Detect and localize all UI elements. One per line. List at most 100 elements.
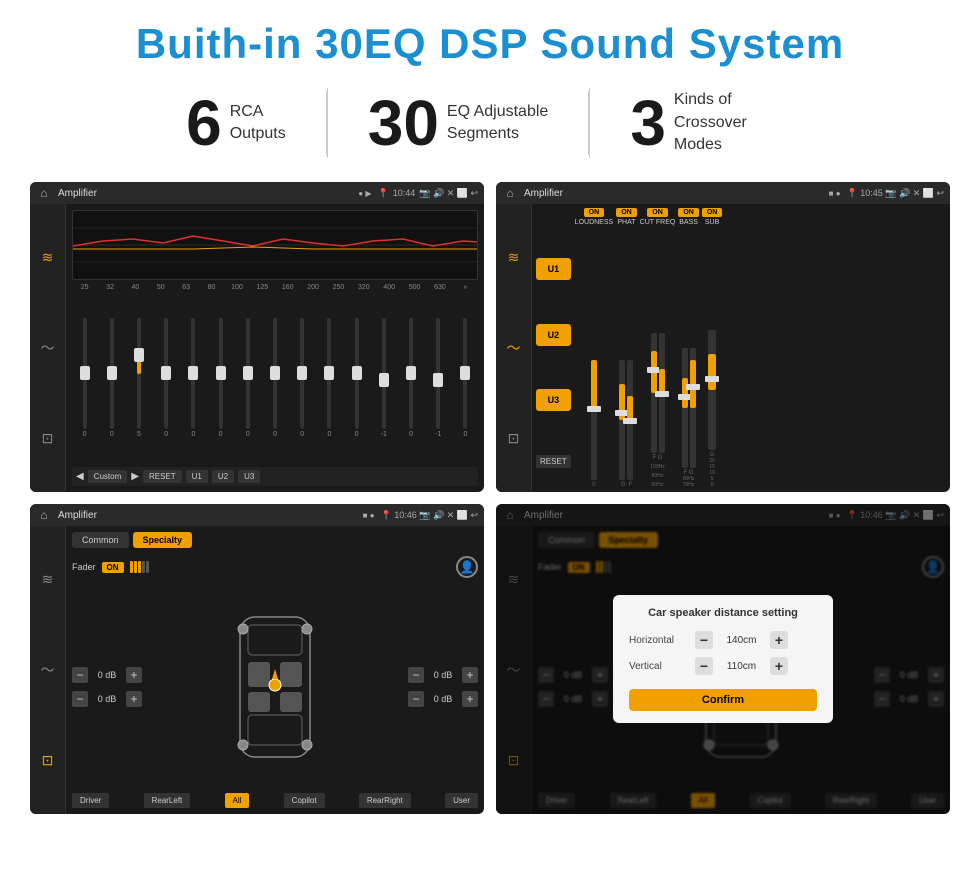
specialty-tab[interactable]: Specialty <box>133 532 193 548</box>
sub-channel: ON SUB G 20 <box>702 208 723 488</box>
rear-left-btn[interactable]: RearLeft <box>144 793 191 808</box>
u2-btn[interactable]: U2 <box>536 324 571 346</box>
fader-sidebar: ≋ 〜 ⊡ <box>30 526 66 814</box>
rca-number: 6 <box>186 91 222 155</box>
crossover-dot: ■ ● <box>829 189 841 198</box>
slider-12[interactable]: -1 <box>371 318 396 438</box>
db-minus-3[interactable]: − <box>408 667 424 683</box>
slider-14[interactable]: -1 <box>426 318 451 438</box>
sub-label: SUB <box>705 219 719 226</box>
confirm-button[interactable]: Confirm <box>629 689 817 711</box>
u1-btn[interactable]: U1 <box>536 258 571 280</box>
slider-4[interactable]: 0 <box>154 318 179 438</box>
slider-10[interactable]: 0 <box>317 318 342 438</box>
crossover-speaker-icon[interactable]: ⊡ <box>502 427 526 451</box>
db-plus-4[interactable]: + <box>462 691 478 707</box>
db-control-2: − 0 dB + <box>72 691 142 707</box>
bass-slider-1[interactable] <box>682 348 688 468</box>
slider-7[interactable]: 0 <box>235 318 260 438</box>
slider-1[interactable]: 0 <box>72 318 97 438</box>
fader-body: ≋ 〜 ⊡ Common Specialty Fader ON <box>30 526 484 814</box>
eq-play-btn[interactable]: ▶ <box>131 471 139 482</box>
phat-channel: ON PHAT <box>616 208 637 488</box>
db-plus-3[interactable]: + <box>462 667 478 683</box>
eq-prev-btn[interactable]: ◀ <box>76 471 84 482</box>
db-minus-2[interactable]: − <box>72 691 88 707</box>
slider-8[interactable]: 0 <box>262 318 287 438</box>
db-minus-1[interactable]: − <box>72 667 88 683</box>
fader-mode-tabs: Common Specialty <box>72 532 478 548</box>
phat-slider-2[interactable] <box>627 360 633 480</box>
crossover-reset-btn[interactable]: RESET <box>536 455 571 468</box>
slider-13[interactable]: 0 <box>398 318 423 438</box>
feature-eq: 30 EQ AdjustableSegments <box>328 91 590 155</box>
slider-11[interactable]: 0 <box>344 318 369 438</box>
slider-15[interactable]: 0 <box>453 318 478 438</box>
crossover-main: U1 U2 U3 RESET ON LOUDNESS <box>532 204 950 492</box>
horizontal-minus-btn[interactable]: − <box>695 631 713 649</box>
sub-on[interactable]: ON <box>702 208 723 217</box>
fader-screen: ⌂ Amplifier ■ ● 📍 10:46 📷 🔊 ✕ ⬜ ↩ ≋ 〜 ⊡ … <box>30 504 484 814</box>
fader-main: Common Specialty Fader ON <box>66 526 484 814</box>
loudness-slider-1[interactable] <box>591 360 597 480</box>
rear-right-btn[interactable]: RearRight <box>359 793 411 808</box>
fader-filter-icon[interactable]: ≋ <box>36 567 60 591</box>
common-tab[interactable]: Common <box>72 532 129 548</box>
slider-3[interactable]: 5 <box>126 318 151 438</box>
freq-50: 50 <box>148 284 173 291</box>
cutfreq-on[interactable]: ON <box>647 208 668 217</box>
crossover-wave-icon[interactable]: 〜 <box>502 336 526 360</box>
horizontal-plus-btn[interactable]: + <box>770 631 788 649</box>
db-plus-1[interactable]: + <box>126 667 142 683</box>
slider-2[interactable]: 0 <box>99 318 124 438</box>
db-plus-2[interactable]: + <box>126 691 142 707</box>
crossover-screen: ⌂ Amplifier ■ ● 📍 10:45 📷 🔊 ✕ ⬜ ↩ ≋ 〜 ⊡ … <box>496 182 950 492</box>
slider-5[interactable]: 0 <box>181 318 206 438</box>
db-minus-4[interactable]: − <box>408 691 424 707</box>
loudness-on[interactable]: ON <box>584 208 605 217</box>
eq-body: ≋ 〜 ⊡ <box>30 204 484 492</box>
all-btn[interactable]: All <box>225 793 250 808</box>
eq-u3-btn[interactable]: U3 <box>238 470 260 483</box>
eq-filter-icon[interactable]: ≋ <box>36 245 60 269</box>
slider-9[interactable]: 0 <box>290 318 315 438</box>
vertical-value: 110cm <box>719 661 764 672</box>
home-icon: ⌂ <box>36 185 52 201</box>
right-db-controls: − 0 dB + − 0 dB + <box>408 584 478 789</box>
fader-speaker-icon[interactable]: ⊡ <box>36 749 60 773</box>
eq-reset-btn[interactable]: RESET <box>143 470 182 483</box>
rca-label: RCAOutputs <box>230 101 286 146</box>
crossover-body: ≋ 〜 ⊡ U1 U2 U3 RESET <box>496 204 950 492</box>
eq-wave-icon[interactable]: 〜 <box>36 336 60 360</box>
horizontal-row: Horizontal − 140cm + <box>629 631 817 649</box>
bass-slider-2[interactable] <box>690 348 696 468</box>
bass-on[interactable]: ON <box>678 208 699 217</box>
vertical-minus-btn[interactable]: − <box>695 657 713 675</box>
user-btn[interactable]: User <box>445 793 478 808</box>
eq-screen-title: Amplifier <box>58 188 352 199</box>
slider-6[interactable]: 0 <box>208 318 233 438</box>
fader-on-toggle[interactable]: ON <box>102 562 124 573</box>
db-value-4: 0 dB <box>428 694 458 704</box>
u3-btn[interactable]: U3 <box>536 389 571 411</box>
crossover-filter-icon[interactable]: ≋ <box>502 245 526 269</box>
feature-rca: 6 RCAOutputs <box>146 91 327 155</box>
fader-wave-icon[interactable]: 〜 <box>36 658 60 682</box>
eq-custom-btn[interactable]: Custom <box>88 470 128 483</box>
vertical-plus-btn[interactable]: + <box>770 657 788 675</box>
bass-label: BASS <box>679 219 698 226</box>
crossover-screen-title: Amplifier <box>524 188 823 199</box>
page-title: Buith-in 30EQ DSP Sound System <box>30 20 950 68</box>
eq-u1-btn[interactable]: U1 <box>186 470 208 483</box>
eq-curve-svg <box>73 211 477 279</box>
driver-btn[interactable]: Driver <box>72 793 109 808</box>
copilot-btn[interactable]: Copilot <box>284 793 325 808</box>
fader-status-icons: 📍 10:46 📷 🔊 ✕ ⬜ ↩ <box>381 510 478 521</box>
sub-slider[interactable] <box>708 330 716 450</box>
feature-crossover: 3 Kinds ofCrossover Modes <box>590 89 834 156</box>
phat-on[interactable]: ON <box>616 208 637 217</box>
eq-u2-btn[interactable]: U2 <box>212 470 234 483</box>
db-control-4: − 0 dB + <box>408 691 478 707</box>
eq-speaker-icon[interactable]: ⊡ <box>36 427 60 451</box>
cutfreq-slider-2[interactable] <box>659 333 665 453</box>
